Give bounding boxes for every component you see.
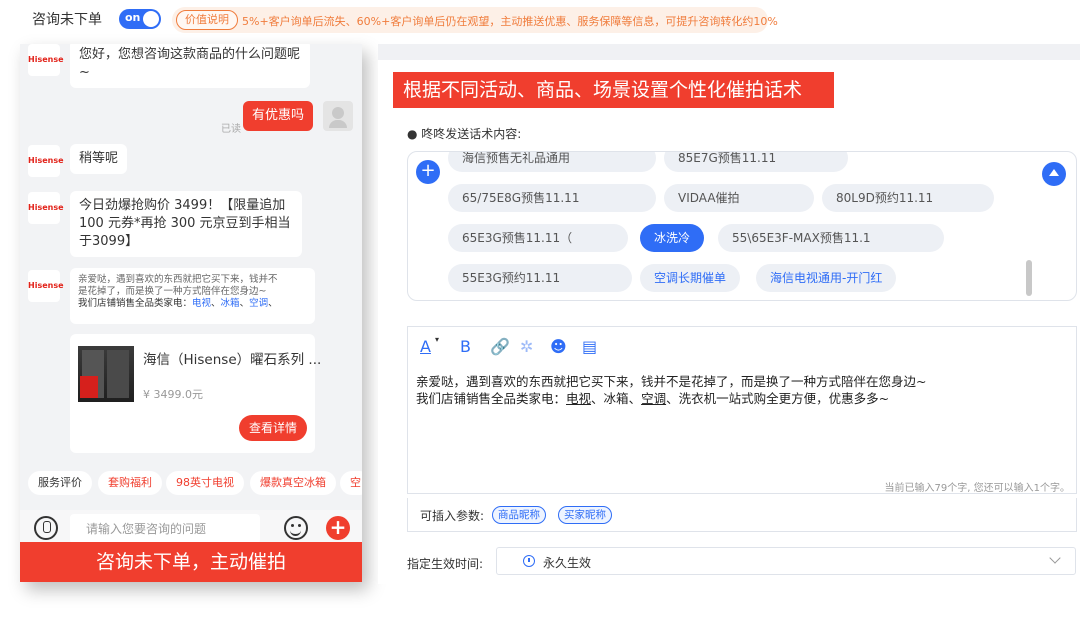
effective-time-select[interactable]: 永久生效 (496, 547, 1076, 575)
product-card[interactable]: 海信（Hisense）曜石系列 ... ¥ 3499.0元 查看详情 (70, 334, 321, 453)
brand-logo-icon: Hisense (28, 192, 64, 224)
editor-cat: 冰箱 (603, 391, 629, 406)
effective-time-label: 指定生效时间: (407, 557, 484, 571)
settings-panel: 根据不同活动、商品、场景设置个性化催拍话术 ● 咚咚发送话术内容: + 海信预售… (378, 44, 1080, 584)
editor-content[interactable]: 亲爱哒，遇到喜欢的东西就把它买下来，钱并不是花掉了，而是换了一种方式陪伴在您身边… (416, 373, 926, 407)
editor-cat: 洗衣机 (678, 391, 717, 406)
feature-title: 咨询未下单 (32, 12, 102, 28)
value-desc: 5%+客户询单后流失、60%+客户询单后仍在观望，主动推送优惠、服务保障等信息，… (242, 15, 778, 28)
value-banner: 价值说明 5%+客户询单后流失、60%+客户询单后仍在观望，主动推送优惠、服务保… (172, 7, 778, 33)
editor-cat: 电视 (566, 391, 592, 406)
clear-format-icon[interactable]: ▤ (582, 337, 597, 356)
clock-icon (523, 555, 535, 567)
microphone-icon[interactable] (34, 516, 58, 540)
promo-cat[interactable]: 电视 (192, 298, 211, 309)
scrollbar[interactable] (1026, 260, 1032, 296)
script-editor[interactable]: A ▾ B 🔗 ✲ ☻ ▤ 亲爱哒，遇到喜欢的东西就把它买下来，钱并不是花掉了，… (407, 326, 1077, 494)
script-tag[interactable]: 空调长期催单 (640, 264, 741, 292)
quick-tag[interactable]: 98英寸电视 (166, 471, 244, 495)
editor-line2-suffix: 一站式购全更方便，优惠多多~ (716, 391, 890, 406)
panel-banner: 根据不同活动、商品、场景设置个性化催拍话术 (393, 72, 834, 108)
quick-tags: 服务评价 套购福利 98英寸电视 爆款真空冰箱 空 (20, 469, 362, 499)
script-tag[interactable]: 85E7G预售11.11 (664, 152, 848, 172)
script-tag[interactable]: 65/75E8G预售11.11 (448, 184, 656, 212)
quick-tag[interactable]: 套购福利 (98, 471, 162, 495)
chat-bubble-agent: 今日劲爆抢购价 3499！【限量追加100 元券*再抢 300 元京豆到手相当于… (70, 191, 302, 257)
toggle-knob (143, 11, 159, 27)
emoji-icon[interactable] (284, 516, 308, 540)
script-tag[interactable]: 65E3G预售11.11（ (448, 224, 628, 252)
editor-line: 亲爱哒，遇到喜欢的东西就把它买下来，钱并不是花掉了，而是换了一种方式陪伴在您身边… (416, 374, 927, 389)
char-count: 当前已输入79个字, 您还可以输入1个字。 (884, 483, 1070, 494)
script-tag-list: + 海信预售无礼品通用 85E7G预售11.11 65/75E8G预售11.11… (407, 151, 1077, 301)
chat-input[interactable]: 请输入您要咨询的问题 (70, 514, 260, 544)
chevron-down-icon (1049, 552, 1061, 564)
script-tag[interactable]: 80L9D预约11.11 (822, 184, 994, 212)
section-label: ● 咚咚发送话术内容: (407, 127, 522, 141)
add-tag-button[interactable]: + (416, 160, 440, 184)
toggle-label: on (125, 11, 141, 24)
script-tag[interactable]: 55\65E3F-MAX预售11.1 (718, 224, 944, 252)
chat-preview: Hisense 您好，您想咨询这款商品的什么问题呢~ 已读 有优惠吗 Hisen… (20, 44, 362, 582)
product-image (78, 346, 134, 402)
top-bar: 咨询未下单 on 价值说明 5%+客户询单后流失、60%+客户询单后仍在观望，主… (0, 0, 1080, 38)
editor-line: 我们店铺销售全品类家电：电视、冰箱、空调、洗衣机一站式购全更方便，优惠多多~ (416, 391, 890, 406)
script-tag[interactable]: VIDAA催拍 (664, 184, 814, 212)
product-price: ¥ 3499.0元 (143, 388, 203, 401)
promo-bubble: 亲爱哒，遇到喜欢的东西就把它买下来，钱并不 是花掉了，而是换了一种方式陪伴在您身… (70, 268, 315, 324)
product-title: 海信（Hisense）曜石系列 ... (143, 352, 322, 368)
promo-cat[interactable]: 冰箱 (221, 298, 240, 309)
quick-tag[interactable]: 爆款真空冰箱 (250, 471, 336, 495)
promo-cat-prefix: 我们店铺销售全品类家电： (78, 298, 193, 309)
script-tag[interactable]: 海信预售无礼品通用 (448, 152, 656, 172)
plus-icon[interactable]: + (326, 516, 350, 540)
view-detail-button[interactable]: 查看详情 (238, 415, 307, 441)
editor-toolbar: A ▾ B 🔗 ✲ ☻ ▤ (408, 327, 1076, 367)
user-avatar-icon (323, 101, 353, 131)
param-tag[interactable]: 商品昵称 (492, 506, 546, 524)
feature-toggle[interactable]: on (119, 9, 161, 29)
param-tag[interactable]: 买家昵称 (558, 506, 612, 524)
bold-icon[interactable]: B (460, 337, 471, 356)
promo-line-categories: 我们店铺销售全品类家电：电视、冰箱、空调、 (78, 298, 278, 309)
brand-logo-icon: Hisense (28, 145, 64, 177)
chevron-down-icon[interactable]: ▾ (435, 335, 439, 344)
read-status: 已读 (221, 124, 241, 135)
promo-line: 亲爱哒，遇到喜欢的东西就把它买下来，钱并不 (78, 274, 278, 285)
script-tag[interactable]: 海信电视通用-开门红 (756, 264, 897, 292)
chat-bubble-agent: 您好，您想咨询这款商品的什么问题呢~ (70, 44, 310, 88)
promo-line: 是花掉了，而是换了一种方式陪伴在您身边~ (78, 286, 267, 297)
quick-tag[interactable]: 服务评价 (28, 471, 92, 495)
unlink-icon[interactable]: ✲ (520, 337, 533, 356)
quick-tag[interactable]: 空 (340, 471, 362, 495)
chat-bubble-agent: 稍等呢 (70, 144, 128, 174)
value-pill[interactable]: 价值说明 (176, 10, 238, 30)
insert-params: 可插入参数: 商品昵称 买家昵称 (407, 498, 1077, 532)
emoji-icon[interactable]: ☻ (550, 337, 567, 356)
params-label: 可插入参数: (420, 509, 485, 523)
promo-cat[interactable]: 空调 (249, 298, 268, 309)
font-color-icon[interactable]: A (420, 337, 431, 356)
brand-logo-icon: Hisense (28, 270, 64, 302)
link-icon[interactable]: 🔗 (490, 337, 510, 356)
script-tag[interactable]: 55E3G预约11.11 (448, 264, 632, 292)
editor-cat: 空调 (641, 391, 667, 406)
brand-logo-icon: Hisense (28, 44, 64, 76)
effective-time-value: 永久生效 (543, 556, 592, 570)
script-tag-active[interactable]: 冰洗冷 (640, 224, 705, 252)
editor-line2-prefix: 我们店铺销售全品类家电： (416, 391, 567, 406)
chat-banner: 咨询未下单，主动催拍 (20, 542, 362, 582)
chat-bubble-user: 有优惠吗 (243, 101, 314, 131)
scroll-up-icon[interactable] (1042, 162, 1066, 186)
